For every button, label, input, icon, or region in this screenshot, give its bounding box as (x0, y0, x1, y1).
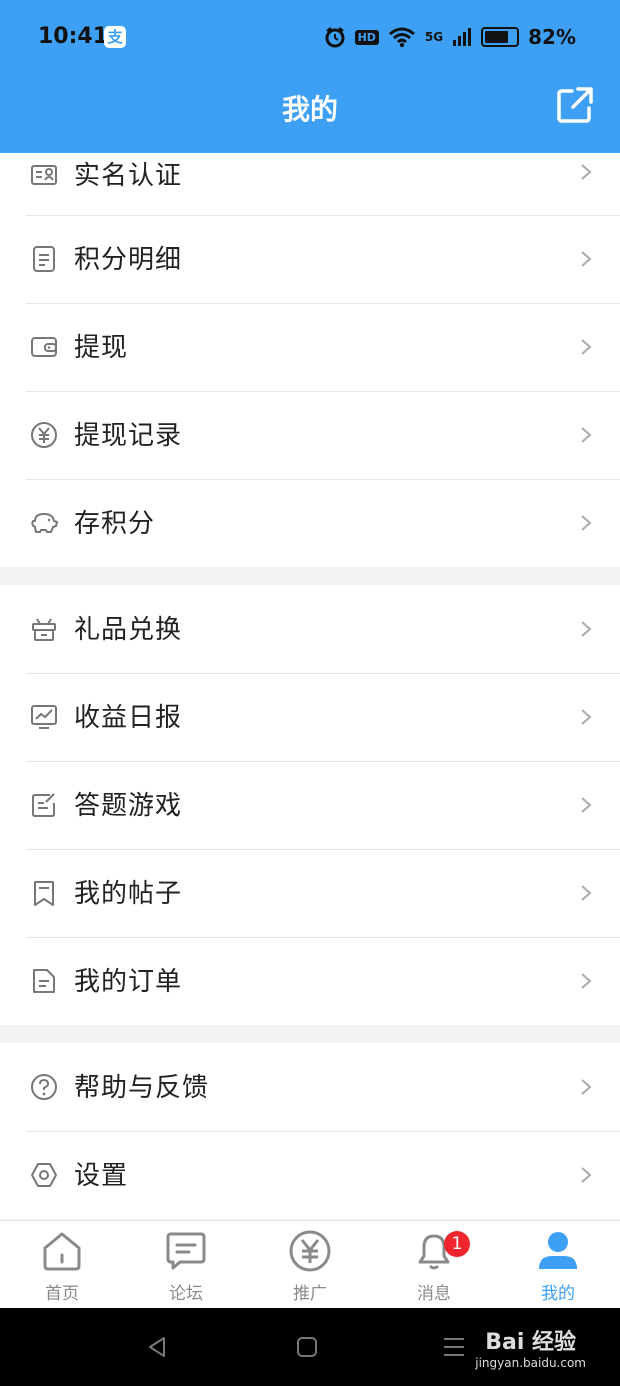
menu-item-withdraw[interactable]: 提现 (0, 303, 620, 391)
page-title: 我的 (281, 93, 338, 126)
menu-label: 礼品兑换 (74, 615, 183, 645)
back-nav-icon[interactable] (146, 1336, 168, 1358)
hd-icon: HD (354, 29, 379, 45)
status-bar: 10:41 支 HD 5G 82% (0, 0, 620, 76)
menu-label: 存积分 (74, 509, 156, 539)
tab-home[interactable]: 首页 (0, 1221, 124, 1309)
alarm-icon (325, 27, 345, 48)
tab-forum[interactable]: 论坛 (124, 1221, 248, 1309)
tab-messages[interactable]: 1 消息 (372, 1221, 496, 1309)
menu-item-earnings-daily[interactable]: 收益日报 (0, 673, 620, 761)
menu-item-quiz-game[interactable]: 答题游戏 (0, 761, 620, 849)
menu-label: 我的订单 (74, 967, 183, 997)
chevron-right-icon (581, 164, 592, 180)
chevron-right-icon (581, 251, 592, 267)
menu-label: 积分明细 (74, 245, 183, 275)
chevron-right-icon (581, 1079, 592, 1095)
tab-label: 论坛 (169, 1284, 203, 1304)
menu-label: 我的帖子 (74, 879, 183, 909)
chevron-right-icon (581, 885, 592, 901)
menu-item-withdraw-records[interactable]: 提现记录 (0, 391, 620, 479)
order-doc-icon (33, 969, 55, 993)
piggy-bank-icon (31, 513, 58, 533)
chevron-right-icon (581, 973, 592, 989)
menu-item-points-detail[interactable]: 积分明细 (0, 215, 620, 303)
chevron-right-icon (581, 1167, 592, 1183)
wifi-icon (388, 27, 415, 48)
share-external-icon[interactable] (556, 86, 594, 124)
bottom-tab-bar: 首页 论坛 推广 1 消息 我的 (0, 1220, 620, 1309)
tab-mine[interactable]: 我的 (496, 1221, 620, 1309)
menu-label: 答题游戏 (74, 791, 183, 821)
battery-percent: 82% (528, 25, 576, 49)
menu-item-my-orders[interactable]: 我的订单 (0, 937, 620, 1025)
system-nav-bar: Bai 经验 jingyan.baidu.com (0, 1308, 620, 1386)
menu-group-features: 礼品兑换 收益日报 答题游戏 我的帖子 我的订单 (0, 585, 620, 1025)
tab-label: 推广 (293, 1284, 327, 1304)
wallet-icon (31, 337, 57, 357)
section-divider (0, 1025, 620, 1043)
settings-hexagon-icon (31, 1163, 57, 1187)
unread-badge: 1 (444, 1231, 470, 1257)
battery-icon (481, 27, 520, 47)
chevron-right-icon (581, 797, 592, 813)
menu-item-help-feedback[interactable]: 帮助与反馈 (0, 1043, 620, 1131)
watermark: Bai 经验 jingyan.baidu.com (475, 1324, 586, 1370)
chevron-right-icon (581, 621, 592, 637)
menu-item-settings[interactable]: 设置 (0, 1131, 620, 1219)
chevron-right-icon (581, 709, 592, 725)
watermark-domain: jingyan.baidu.com (475, 1356, 586, 1370)
home-nav-icon[interactable] (296, 1336, 318, 1358)
yen-coin-icon (289, 1230, 331, 1272)
menu-label: 帮助与反馈 (74, 1073, 210, 1103)
chevron-right-icon (581, 339, 592, 355)
menu-label: 实名认证 (74, 161, 183, 191)
help-circle-icon (31, 1074, 57, 1100)
id-card-icon (31, 165, 57, 185)
app-header: 我的 (0, 76, 620, 153)
menu-group-account: 实名认证 积分明细 提现 提现记录 存积分 (0, 153, 620, 567)
tab-label: 我的 (541, 1284, 575, 1304)
edit-note-icon (32, 793, 55, 817)
alipay-notification-icon: 支 (104, 26, 126, 48)
status-time: 10:41 (38, 24, 109, 49)
menu-item-real-name[interactable]: 实名认证 (0, 153, 620, 215)
chart-monitor-icon (31, 705, 57, 729)
user-icon (539, 1232, 577, 1269)
signal-icon (453, 28, 472, 46)
menu-item-save-points[interactable]: 存积分 (0, 479, 620, 567)
menu-label: 提现记录 (74, 421, 183, 451)
yen-circle-icon (31, 422, 57, 448)
recents-nav-icon[interactable] (442, 1336, 466, 1358)
section-divider (0, 567, 620, 585)
menu-label: 设置 (74, 1161, 129, 1191)
home-icon (43, 1232, 81, 1271)
menu-group-support: 帮助与反馈 设置 (0, 1043, 620, 1219)
tab-label: 首页 (45, 1284, 79, 1304)
chevron-right-icon (581, 515, 592, 531)
menu-item-gift-exchange[interactable]: 礼品兑换 (0, 585, 620, 673)
menu-label: 收益日报 (74, 703, 183, 733)
gift-icon (32, 618, 56, 641)
network-type: 5G (424, 30, 444, 44)
status-indicators: HD 5G 82% (324, 22, 576, 52)
tab-promote[interactable]: 推广 (248, 1221, 372, 1309)
chat-bubble-icon (166, 1232, 206, 1270)
menu-label: 提现 (74, 333, 129, 363)
tab-label: 消息 (417, 1284, 451, 1304)
menu-item-my-posts[interactable]: 我的帖子 (0, 849, 620, 937)
bookmark-icon (34, 881, 54, 906)
watermark-brand: Bai 经验 (485, 1330, 577, 1355)
profile-menu: 实名认证 积分明细 提现 提现记录 存积分 礼品兑换 收益日报 答题游戏 我的帖… (0, 153, 620, 1219)
chevron-right-icon (581, 427, 592, 443)
document-icon (33, 246, 55, 272)
